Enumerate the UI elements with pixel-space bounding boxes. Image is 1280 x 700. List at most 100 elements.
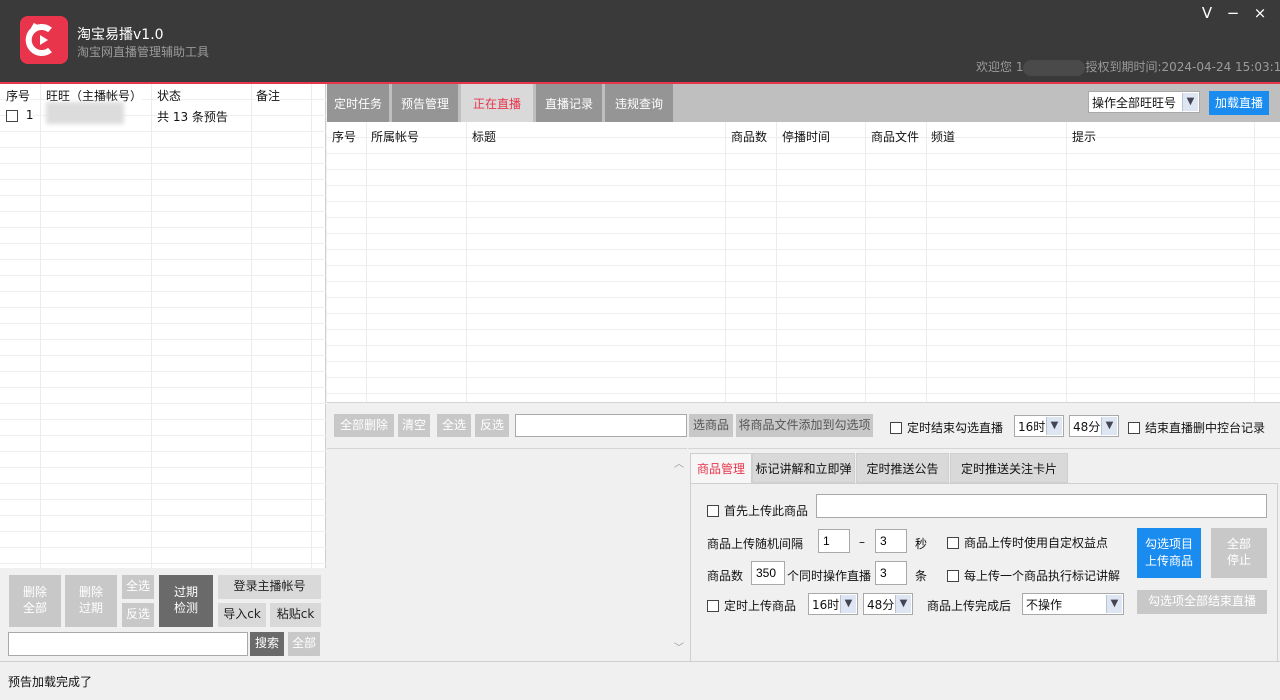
header-channel[interactable]: 频道 bbox=[931, 128, 956, 145]
goods-list[interactable] bbox=[327, 448, 687, 661]
header-title[interactable]: 标题 bbox=[472, 128, 497, 145]
tab-timed-follow-card[interactable]: 定时推送关注卡片 bbox=[950, 453, 1068, 483]
checkbox-box[interactable] bbox=[1128, 421, 1140, 434]
mark-each-label: 每上传一个商品执行标记讲解 bbox=[964, 569, 1121, 583]
table-row[interactable]: 1 bbox=[6, 108, 34, 122]
concurrent-input[interactable] bbox=[875, 561, 907, 585]
interval-min-input[interactable] bbox=[818, 529, 850, 553]
invert-live-button[interactable]: 反选 bbox=[475, 414, 509, 437]
timed-upload-checkbox[interactable]: 定时上传商品 bbox=[707, 597, 796, 614]
tab-goods-management[interactable]: 商品管理 bbox=[690, 453, 752, 483]
header-index[interactable]: 序号 bbox=[6, 87, 31, 104]
checkbox-box[interactable] bbox=[707, 599, 719, 612]
stop-all-button[interactable]: 全部 停止 bbox=[1211, 528, 1267, 578]
first-upload-input[interactable] bbox=[816, 494, 1267, 518]
concurrent-label: 个同时操作直播 bbox=[787, 569, 872, 583]
header-note[interactable]: 备注 bbox=[256, 87, 281, 104]
custom-rights-checkbox[interactable]: 商品上传时使用自定权益点 bbox=[947, 534, 1108, 551]
operate-account-value: 操作全部旺旺号 bbox=[1092, 95, 1177, 110]
tab-violation-query[interactable]: 违规查询 bbox=[605, 84, 673, 122]
scroll-up-icon[interactable]: ︿ bbox=[674, 455, 684, 470]
column-divider bbox=[776, 122, 777, 402]
import-ck-button[interactable]: 导入ck bbox=[218, 603, 266, 627]
settings-panel: 商品管理 标记讲解和立即弹 定时推送公告 定时推送关注卡片 首先上传此商品 商品… bbox=[688, 448, 1280, 662]
scroll-down-icon[interactable]: ﹀ bbox=[674, 639, 684, 654]
row-checkbox[interactable] bbox=[6, 109, 18, 122]
end-hour-select[interactable]: 16时 ▼ bbox=[1014, 415, 1064, 437]
title-bar: 淘宝易播v1.0 淘宝网直播管理辅助工具 V − × 欢迎您 1 授权到期时间:2… bbox=[0, 0, 1280, 82]
tab-live-now[interactable]: 正在直播 bbox=[461, 84, 533, 122]
delete-console-label: 结束直播删中控台记录 bbox=[1145, 421, 1266, 435]
delete-expired-button[interactable]: 删除 过期 bbox=[65, 575, 117, 627]
goods-file-input[interactable] bbox=[515, 414, 687, 437]
checkbox-box[interactable] bbox=[707, 504, 719, 517]
delete-console-checkbox[interactable]: 结束直播删中控台记录 bbox=[1128, 419, 1265, 436]
auth-expiry: 授权到期时间:2024-04-24 15:03:16 bbox=[1085, 60, 1280, 74]
checkbox-box[interactable] bbox=[947, 569, 959, 582]
main-tabs: 定时任务 预告管理 正在直播 直播记录 违规查询 操作全部旺旺号 ▼ 加载直播 bbox=[327, 84, 1280, 122]
header-tip[interactable]: 提示 bbox=[1072, 128, 1097, 145]
tab-timed-announcement[interactable]: 定时推送公告 bbox=[856, 453, 949, 483]
load-live-button[interactable]: 加载直播 bbox=[1209, 91, 1269, 115]
expire-check-button[interactable]: 过期 检测 bbox=[159, 575, 213, 627]
tab-mark-explain[interactable]: 标记讲解和立即弹 bbox=[752, 453, 855, 483]
header-goods-count[interactable]: 商品数 bbox=[731, 128, 768, 145]
tab-live-records[interactable]: 直播记录 bbox=[536, 84, 602, 122]
login-anchor-button[interactable]: 登录主播帐号 bbox=[218, 575, 321, 599]
chevron-down-icon: ▼ bbox=[1046, 417, 1062, 435]
chevron-down-icon: ▼ bbox=[1101, 417, 1117, 435]
end-checked-live-button[interactable]: 勾选项全部结束直播 bbox=[1137, 590, 1267, 614]
chevron-down-icon: ▼ bbox=[895, 595, 911, 613]
header-index[interactable]: 序号 bbox=[332, 128, 357, 145]
show-all-button[interactable]: 全部 bbox=[288, 632, 320, 656]
interval-dash: – bbox=[859, 535, 865, 549]
column-divider bbox=[311, 84, 312, 568]
header-goods-file[interactable]: 商品文件 bbox=[871, 128, 920, 145]
after-done-value: 不操作 bbox=[1026, 597, 1063, 612]
column-divider bbox=[865, 122, 866, 402]
select-all-live-button[interactable]: 全选 bbox=[437, 414, 471, 437]
upload-checked-button[interactable]: 勾选项目 上传商品 bbox=[1137, 528, 1201, 578]
tab-scheduled-tasks[interactable]: 定时任务 bbox=[327, 84, 389, 122]
count-input[interactable] bbox=[751, 561, 785, 585]
first-upload-label: 首先上传此商品 bbox=[724, 504, 809, 518]
row-status: 共 13 条预告 bbox=[157, 108, 228, 125]
paste-ck-button[interactable]: 粘贴ck bbox=[270, 603, 321, 627]
dropdown-icon[interactable]: V bbox=[1196, 4, 1218, 22]
app-subtitle: 淘宝网直播管理辅助工具 bbox=[77, 45, 210, 59]
header-status[interactable]: 状态 bbox=[157, 87, 182, 104]
search-button[interactable]: 搜索 bbox=[250, 632, 284, 656]
delete-all-button[interactable]: 删除 全部 bbox=[9, 575, 61, 627]
first-upload-checkbox[interactable]: 首先上传此商品 bbox=[707, 502, 808, 519]
mark-each-checkbox[interactable]: 每上传一个商品执行标记讲解 bbox=[947, 567, 1120, 584]
delete-all-live-button[interactable]: 全部删除 bbox=[334, 414, 394, 437]
checkbox-box[interactable] bbox=[890, 421, 902, 434]
search-input[interactable] bbox=[8, 632, 248, 656]
operate-account-select[interactable]: 操作全部旺旺号 ▼ bbox=[1088, 91, 1200, 113]
upload-minute-select[interactable]: 48分 ▼ bbox=[863, 593, 913, 615]
select-all-button[interactable]: 全选 bbox=[122, 575, 154, 599]
invert-button[interactable]: 反选 bbox=[122, 603, 154, 627]
interval-max-input[interactable] bbox=[875, 529, 907, 553]
minimize-icon[interactable]: − bbox=[1222, 4, 1244, 22]
checkbox-box[interactable] bbox=[947, 536, 959, 549]
select-goods-button[interactable]: 选商品 bbox=[689, 414, 733, 437]
app-title: 淘宝易播v1.0 bbox=[77, 27, 164, 43]
end-minute-value: 48分 bbox=[1073, 419, 1101, 434]
add-to-checked-button[interactable]: 将商品文件添加到勾选项 bbox=[736, 414, 873, 437]
header-stop-time[interactable]: 停播时间 bbox=[782, 128, 831, 145]
close-icon[interactable]: × bbox=[1249, 4, 1271, 22]
count-label: 商品数 bbox=[707, 569, 744, 583]
upload-hour-select[interactable]: 16时 ▼ bbox=[808, 593, 858, 615]
timed-end-checkbox[interactable]: 定时结束勾选直播 bbox=[890, 419, 1003, 436]
blurred-account-name bbox=[46, 102, 124, 124]
header-account[interactable]: 所属帐号 bbox=[371, 128, 420, 145]
end-minute-select[interactable]: 48分 ▼ bbox=[1069, 415, 1119, 437]
tab-preview-management[interactable]: 预告管理 bbox=[392, 84, 458, 122]
app-logo-icon bbox=[20, 16, 68, 64]
after-done-select[interactable]: 不操作 ▼ bbox=[1022, 593, 1124, 615]
scrollbar[interactable]: ︿ ﹀ bbox=[670, 449, 687, 661]
welcome-prefix: 欢迎您 1 bbox=[976, 60, 1024, 74]
column-divider bbox=[1066, 122, 1067, 402]
clear-button[interactable]: 清空 bbox=[398, 414, 430, 437]
